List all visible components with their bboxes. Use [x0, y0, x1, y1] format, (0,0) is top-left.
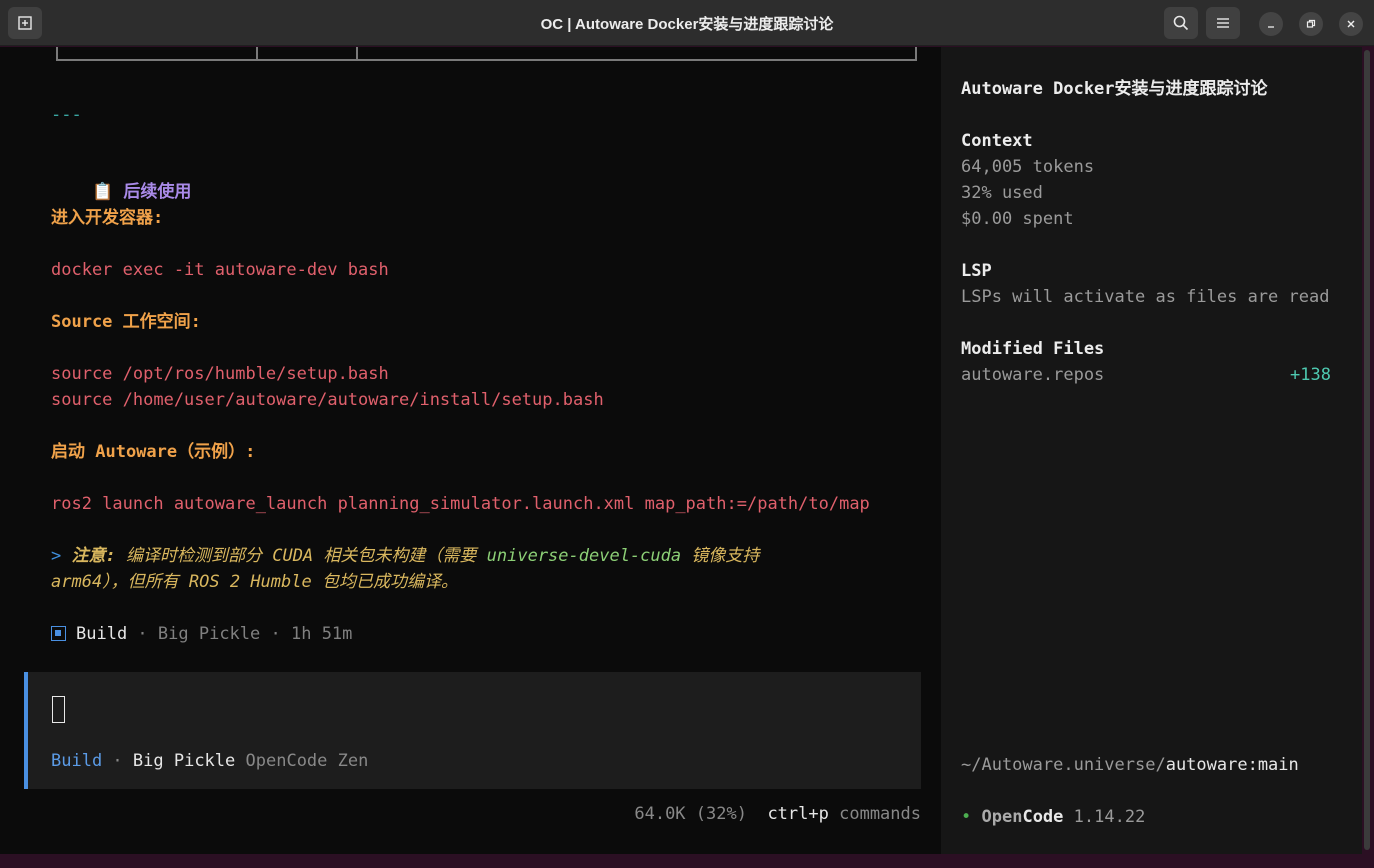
- window-bottom-edge: [0, 854, 1374, 868]
- context-spent: $0.00 spent: [961, 209, 1074, 229]
- shortcut-key: ctrl+p: [767, 804, 829, 824]
- modified-file-name[interactable]: autoware.repos: [961, 362, 1104, 388]
- session-sidebar: Autoware Docker安装与进度跟踪讨论 Context 64,005 …: [941, 47, 1362, 854]
- text-cursor: [52, 696, 65, 723]
- new-tab-icon: [18, 16, 32, 30]
- section-title: 后续使用: [123, 182, 192, 202]
- source-command-1: source /opt/ros/humble/setup.bash: [51, 364, 389, 384]
- source-command-2: source /home/user/autoware/autoware/inst…: [51, 390, 604, 410]
- prompt-input[interactable]: Build · Big Pickle OpenCode Zen: [24, 672, 921, 789]
- prompt-status: Build · Big Pickle OpenCode Zen: [51, 751, 369, 771]
- lsp-heading: LSP: [961, 261, 992, 281]
- enter-container-command: docker exec -it autoware-dev bash: [51, 260, 389, 280]
- note-line-2: arm64），但所有 ROS 2 Humble 包均已成功编译。: [51, 572, 458, 592]
- working-directory: ~/Autoware.universe/autoware:main: [961, 755, 1299, 775]
- app-version: • OpenCode 1.14.22: [961, 807, 1146, 827]
- context-tokens: 64,005 tokens: [961, 157, 1095, 177]
- shortcut-label: commands: [839, 804, 921, 824]
- close-icon: [1347, 20, 1355, 28]
- build-square-icon: [51, 626, 66, 641]
- launch-label: 启动 Autoware（示例）:: [51, 442, 256, 462]
- restore-icon: [1306, 19, 1316, 28]
- note-line-1: > 注意: 编译时检测到部分 CUDA 相关包未构建（需要 universe-d…: [51, 546, 760, 566]
- restore-button[interactable]: [1299, 12, 1323, 36]
- search-icon: [1173, 15, 1189, 31]
- status-dot-icon: •: [961, 807, 972, 827]
- hamburger-menu-icon: [1217, 18, 1229, 28]
- menu-button[interactable]: [1206, 7, 1240, 39]
- launch-command: ros2 launch autoware_launch planning_sim…: [51, 494, 870, 514]
- footer-status: 64.0K (32%) ctrl+p commands: [634, 804, 921, 824]
- minimize-button[interactable]: [1259, 12, 1283, 36]
- search-button[interactable]: [1164, 7, 1198, 39]
- git-branch: autoware:main: [1165, 755, 1299, 775]
- cuda-image-name: universe-devel-cuda: [486, 546, 682, 566]
- provider-name: OpenCode Zen: [245, 751, 369, 771]
- terminal-pane[interactable]: --- 📋 后续使用 进入开发容器: docker exec -it autow…: [0, 47, 941, 854]
- title-bar: OC | Autoware Docker安装与进度跟踪讨论: [0, 0, 1374, 46]
- scrollbar[interactable]: [1364, 50, 1370, 850]
- new-tab-button[interactable]: [8, 7, 42, 39]
- table-bottom-border: [56, 47, 917, 61]
- enter-container-label: 进入开发容器:: [51, 208, 164, 228]
- context-heading: Context: [961, 131, 1033, 151]
- lsp-text: LSPs will activate as files are read: [961, 287, 1330, 307]
- clipboard-icon: 📋: [91, 182, 114, 202]
- close-button[interactable]: [1339, 12, 1363, 36]
- agent-mode[interactable]: Build: [51, 751, 102, 771]
- context-used: 32% used: [961, 183, 1043, 203]
- horizontal-rule: ---: [51, 105, 82, 125]
- modified-file-diff: +138: [1290, 365, 1331, 385]
- context-usage: 64.0K (32%): [634, 804, 747, 824]
- minimize-icon: [1268, 26, 1274, 28]
- session-title: Autoware Docker安装与进度跟踪讨论: [961, 79, 1268, 99]
- modified-files-heading: Modified Files: [961, 339, 1105, 359]
- model-name[interactable]: Big Pickle: [133, 751, 235, 771]
- build-status: Build · Big Pickle · 1h 51m: [51, 621, 352, 647]
- source-workspace-label: Source 工作空间:: [51, 312, 201, 332]
